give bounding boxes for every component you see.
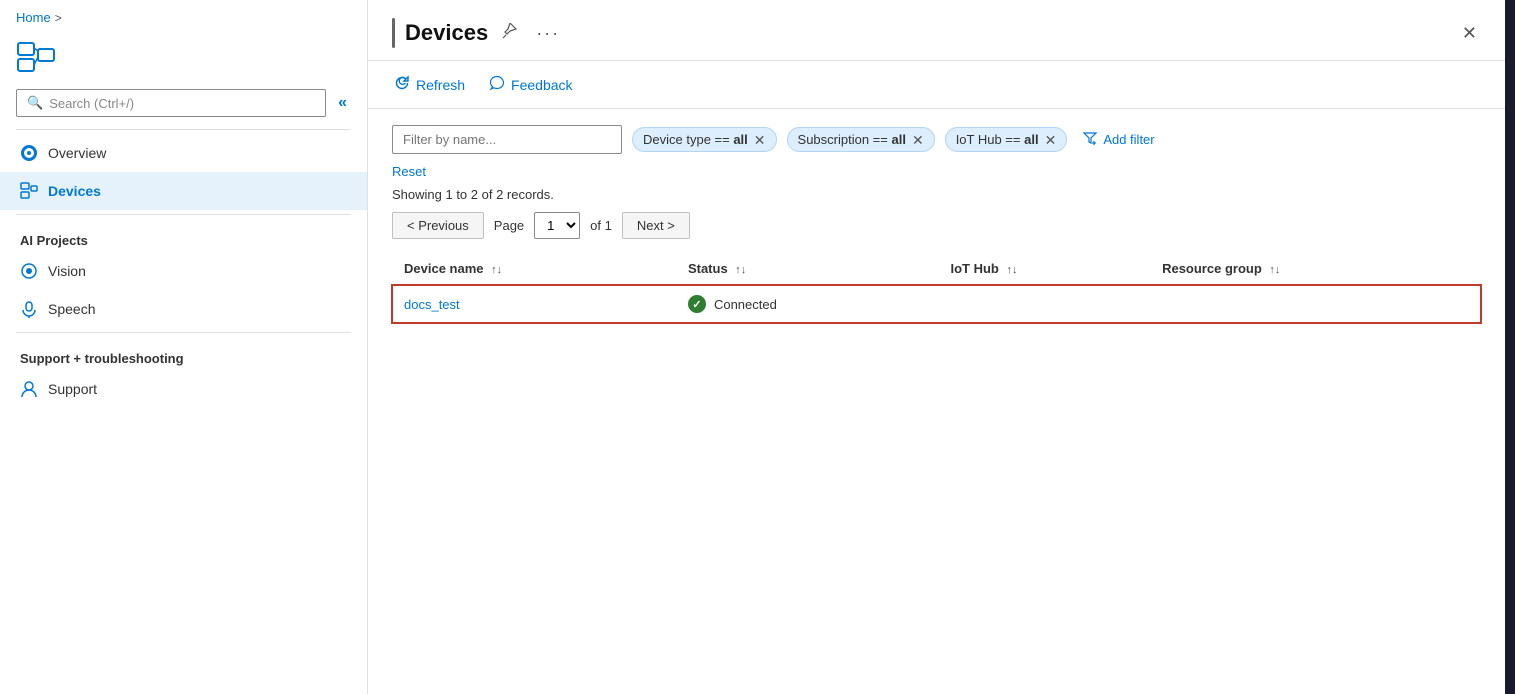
nav-divider-support bbox=[16, 332, 351, 333]
reset-filters-link[interactable]: Reset bbox=[392, 164, 1481, 179]
search-placeholder: Search (Ctrl+/) bbox=[49, 96, 134, 111]
support-person-icon bbox=[20, 380, 38, 398]
device-type-filter-chip[interactable]: Device type == all ✕ bbox=[632, 127, 777, 152]
subscription-chip-label: Subscription == all bbox=[798, 132, 906, 147]
more-options-icon[interactable]: ··· bbox=[532, 19, 564, 48]
sidebar-item-speech-label: Speech bbox=[48, 301, 95, 317]
filter-by-name-input[interactable] bbox=[392, 125, 622, 154]
page-title-area: Devices ··· bbox=[392, 18, 564, 48]
refresh-button[interactable]: Refresh bbox=[392, 71, 467, 98]
sidebar-item-vision-label: Vision bbox=[48, 263, 86, 279]
collapse-sidebar-button[interactable]: « bbox=[334, 92, 351, 114]
support-section-header: Support + troubleshooting bbox=[0, 337, 367, 370]
table-body: docs_test Connected bbox=[392, 285, 1481, 324]
search-icon: 🔍 bbox=[27, 95, 43, 111]
page-label: Page bbox=[494, 218, 524, 233]
page-title: Devices bbox=[405, 20, 488, 46]
sidebar-item-devices[interactable]: Devices bbox=[0, 172, 367, 210]
refresh-label: Refresh bbox=[416, 77, 465, 93]
overview-icon bbox=[20, 144, 38, 162]
feedback-icon bbox=[489, 75, 505, 94]
status-indicator: Connected bbox=[688, 295, 927, 313]
next-page-button[interactable]: Next > bbox=[622, 212, 690, 239]
sidebar: Home > 🔍 Search (Ctrl+/) « Overview bbox=[0, 0, 368, 694]
devices-icon bbox=[20, 182, 38, 200]
nav-divider-top bbox=[16, 129, 351, 130]
sidebar-item-support-label: Support bbox=[48, 381, 97, 397]
iot-hub-filter-chip[interactable]: IoT Hub == all ✕ bbox=[945, 127, 1068, 152]
toolbar: Refresh Feedback bbox=[368, 61, 1505, 109]
page-header: Devices ··· ✕ bbox=[368, 0, 1505, 61]
header-actions: ✕ bbox=[1458, 19, 1481, 48]
breadcrumb-home[interactable]: Home bbox=[16, 10, 51, 25]
status-sort-icon: ↑↓ bbox=[735, 264, 746, 276]
resource-group-cell bbox=[1150, 285, 1481, 324]
speech-icon bbox=[20, 300, 38, 318]
breadcrumb-separator: > bbox=[55, 11, 62, 25]
device-name-sort-icon: ↑↓ bbox=[491, 264, 502, 276]
iot-hub-chip-close[interactable]: ✕ bbox=[1045, 133, 1057, 147]
device-name-cell: docs_test bbox=[392, 285, 676, 324]
sidebar-item-overview-label: Overview bbox=[48, 145, 106, 161]
vision-icon bbox=[20, 262, 38, 280]
connected-status-dot bbox=[688, 295, 706, 313]
nav-divider-ai bbox=[16, 214, 351, 215]
col-header-iot-hub[interactable]: IoT Hub ↑↓ bbox=[938, 253, 1150, 285]
add-filter-label: Add filter bbox=[1103, 132, 1154, 147]
sidebar-item-vision[interactable]: Vision bbox=[0, 252, 367, 290]
device-name-link[interactable]: docs_test bbox=[404, 297, 460, 312]
ai-projects-section-header: AI Projects bbox=[0, 219, 367, 252]
device-type-chip-label: Device type == all bbox=[643, 132, 748, 147]
add-filter-icon bbox=[1083, 131, 1097, 148]
subscription-chip-close[interactable]: ✕ bbox=[912, 133, 924, 147]
record-count: Showing 1 to 2 of 2 records. bbox=[392, 187, 1481, 202]
sidebar-item-overview[interactable]: Overview bbox=[0, 134, 367, 172]
previous-page-button[interactable]: < Previous bbox=[392, 212, 484, 239]
device-type-chip-close[interactable]: ✕ bbox=[754, 133, 766, 147]
close-button[interactable]: ✕ bbox=[1458, 19, 1481, 48]
app-logo-icon bbox=[16, 41, 56, 75]
iot-hub-cell bbox=[938, 285, 1150, 324]
search-input[interactable]: 🔍 Search (Ctrl+/) bbox=[16, 89, 326, 117]
resource-group-sort-icon: ↑↓ bbox=[1269, 264, 1280, 276]
col-header-device-name[interactable]: Device name ↑↓ bbox=[392, 253, 676, 285]
col-header-resource-group[interactable]: Resource group ↑↓ bbox=[1150, 253, 1481, 285]
subscription-filter-chip[interactable]: Subscription == all ✕ bbox=[787, 127, 935, 152]
status-cell: Connected bbox=[676, 285, 939, 324]
of-pages-label: of 1 bbox=[590, 218, 612, 233]
col-header-status[interactable]: Status ↑↓ bbox=[676, 253, 939, 285]
logo-area bbox=[0, 31, 367, 89]
right-edge-decoration bbox=[1505, 0, 1515, 694]
iot-hub-chip-label: IoT Hub == all bbox=[956, 132, 1039, 147]
sidebar-item-speech[interactable]: Speech bbox=[0, 290, 367, 328]
breadcrumb: Home > bbox=[0, 0, 367, 31]
feedback-label: Feedback bbox=[511, 77, 572, 93]
filter-bar: Device type == all ✕ Subscription == all… bbox=[392, 125, 1481, 154]
add-filter-button[interactable]: Add filter bbox=[1077, 127, 1160, 152]
refresh-icon bbox=[394, 75, 410, 94]
page-select[interactable]: 1 bbox=[534, 212, 580, 239]
search-area: 🔍 Search (Ctrl+/) « bbox=[0, 89, 367, 125]
content-area: Device type == all ✕ Subscription == all… bbox=[368, 109, 1505, 694]
feedback-button[interactable]: Feedback bbox=[487, 71, 574, 98]
sidebar-item-devices-label: Devices bbox=[48, 183, 101, 199]
page-title-divider bbox=[392, 18, 395, 48]
pagination: < Previous Page 1 of 1 Next > bbox=[392, 212, 1481, 239]
devices-table: Device name ↑↓ Status ↑↓ IoT Hub ↑↓ Reso… bbox=[392, 253, 1481, 323]
sidebar-item-support[interactable]: Support bbox=[0, 370, 367, 408]
pin-icon[interactable] bbox=[498, 19, 522, 48]
table-header: Device name ↑↓ Status ↑↓ IoT Hub ↑↓ Reso… bbox=[392, 253, 1481, 285]
status-text: Connected bbox=[714, 297, 777, 312]
iot-hub-sort-icon: ↑↓ bbox=[1006, 264, 1017, 276]
table-row: docs_test Connected bbox=[392, 285, 1481, 324]
main-content: Devices ··· ✕ Refresh bbox=[368, 0, 1505, 694]
